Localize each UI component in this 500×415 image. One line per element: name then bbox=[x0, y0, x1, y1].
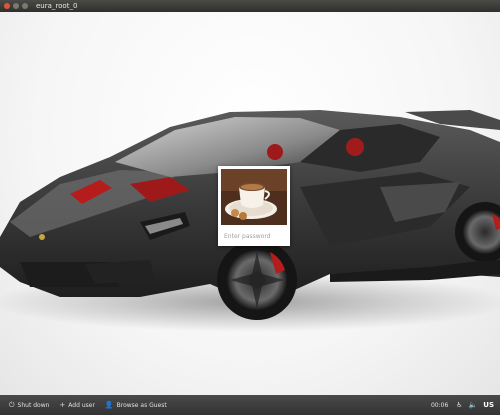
shutdown-label: Shut down bbox=[17, 401, 50, 409]
status-tray: 00:06 ♿ 🔈 US bbox=[431, 395, 494, 415]
plus-icon: + bbox=[59, 401, 66, 409]
coffee-cup-icon bbox=[221, 169, 287, 225]
browse-as-guest-button[interactable]: 👤 Browse as Guest bbox=[105, 401, 167, 409]
speaker-icon[interactable]: 🔈 bbox=[469, 401, 478, 409]
window-maximize-button[interactable] bbox=[22, 3, 28, 9]
accessibility-icon[interactable]: ♿ bbox=[456, 401, 462, 409]
password-input[interactable] bbox=[221, 230, 287, 242]
login-wallpaper bbox=[0, 12, 500, 395]
power-icon: ⏻ bbox=[9, 400, 15, 409]
guest-label: Browse as Guest bbox=[116, 401, 167, 409]
clock: 00:06 bbox=[430, 401, 449, 409]
bottom-panel: ⏻ Shut down + Add user 👤 Browse as Guest… bbox=[0, 395, 500, 415]
shutdown-button[interactable]: ⏻ Shut down bbox=[9, 401, 49, 410]
window-close-button[interactable] bbox=[4, 3, 10, 9]
keyboard-layout-indicator[interactable]: US bbox=[483, 401, 494, 409]
user-avatar[interactable] bbox=[221, 169, 287, 225]
add-user-button[interactable]: + Add user bbox=[59, 401, 95, 409]
person-icon: 👤 bbox=[104, 401, 114, 409]
login-card bbox=[218, 166, 290, 246]
window-minimize-button[interactable] bbox=[13, 3, 19, 9]
window-title: eura_root_0 bbox=[36, 2, 78, 10]
add-user-label: Add user bbox=[68, 401, 95, 409]
window-titlebar: eura_root_0 bbox=[0, 0, 500, 12]
